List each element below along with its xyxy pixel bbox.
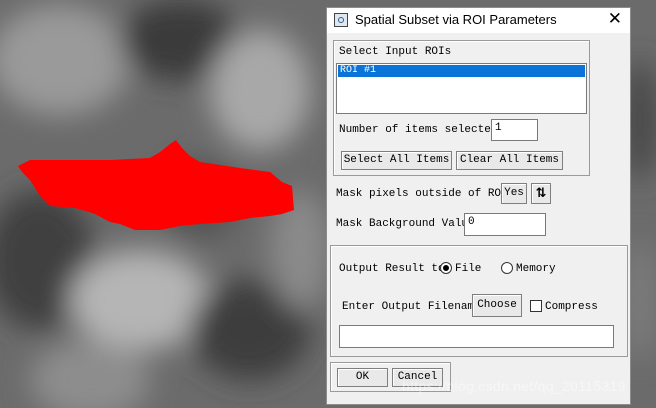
roi-section-header: Select Input ROIs <box>339 46 452 58</box>
choose-button[interactable]: Choose <box>472 294 522 317</box>
title-bar[interactable]: Spatial Subset via ROI Parameters ✕ <box>327 8 630 33</box>
output-file-radio[interactable] <box>440 262 452 274</box>
select-all-button[interactable]: Select All Items <box>341 151 452 170</box>
dialog-title: Spatial Subset via ROI Parameters <box>355 12 557 27</box>
output-memory-radio[interactable] <box>501 262 513 274</box>
roi-list[interactable]: ROI #1 <box>336 63 587 114</box>
output-file-label[interactable]: File <box>455 263 481 275</box>
roi-list-item[interactable]: ROI #1 <box>338 65 585 77</box>
output-filename-field[interactable] <box>339 325 614 348</box>
mask-outside-label: Mask pixels outside of ROI? <box>336 188 515 200</box>
compress-label[interactable]: Compress <box>545 301 598 313</box>
close-icon[interactable]: ✕ <box>608 9 622 29</box>
toggle-arrows-icon[interactable]: ⇅ <box>531 183 551 204</box>
mask-outside-toggle-button[interactable]: Yes <box>501 183 527 204</box>
output-filename-label: Enter Output Filename <box>342 301 481 313</box>
output-memory-label[interactable]: Memory <box>516 263 556 275</box>
mask-background-field[interactable]: 0 <box>464 213 546 236</box>
compress-checkbox[interactable] <box>530 300 542 312</box>
selected-count-field: 1 <box>491 119 538 141</box>
clear-all-button[interactable]: Clear All Items <box>456 151 563 170</box>
watermark-text: https://blog.csdn.net/qq_20115319 <box>402 378 626 394</box>
ok-button[interactable]: OK <box>337 368 388 387</box>
output-result-label: Output Result to <box>339 263 445 275</box>
mask-background-label: Mask Background Value <box>336 218 475 230</box>
selected-count-label: Number of items selected: <box>339 124 505 136</box>
app-icon <box>334 13 348 27</box>
